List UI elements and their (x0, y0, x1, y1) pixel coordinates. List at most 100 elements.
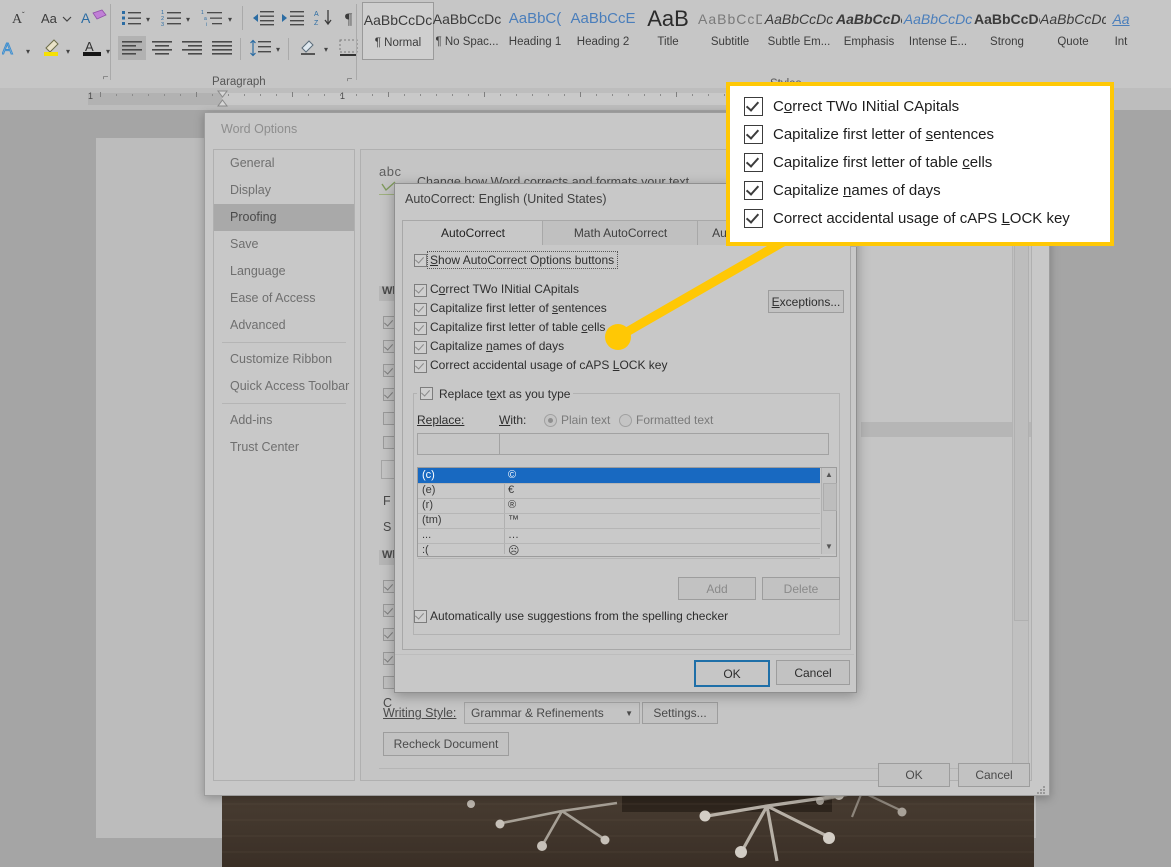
table-row[interactable]: ...… (418, 528, 820, 544)
line-spacing-icon[interactable] (248, 36, 274, 60)
font-color-icon[interactable]: A (80, 36, 106, 60)
sort-icon[interactable]: AZ (312, 6, 338, 30)
style-name: Strong (990, 36, 1024, 48)
style-item-5[interactable]: AaBbCcD Subtitle (698, 2, 762, 58)
ruler-tick (660, 94, 661, 96)
replace-input[interactable] (417, 433, 503, 455)
justify-icon[interactable] (208, 36, 236, 60)
text-effects-icon[interactable]: A (0, 36, 26, 60)
tab-autocorrect[interactable]: AutoCorrect (402, 220, 544, 247)
table-row[interactable]: (e) € (418, 483, 820, 499)
style-item-2[interactable]: AaBbC(Heading 1 (502, 2, 568, 58)
style-item-10[interactable]: AaBbCcDc Quote (1040, 2, 1106, 58)
scrollbar-thumb[interactable] (823, 483, 837, 511)
table-row[interactable]: (tm) ™ (418, 513, 820, 529)
add-entry-button[interactable]: Add (678, 577, 756, 600)
style-item-11[interactable]: Aa Int (1106, 2, 1136, 58)
table-row[interactable]: (r) ® (418, 498, 820, 514)
formatted-text-radio[interactable] (619, 414, 632, 427)
grow-font-icon[interactable]: Aˇ (6, 6, 32, 30)
writing-style-combo[interactable]: Grammar & Refinements ▼ (464, 702, 640, 724)
style-item-3[interactable]: AaBbCcE Heading 2 (568, 2, 638, 58)
plain-text-radio[interactable] (544, 414, 557, 427)
sidebar-item-customize-ribbon[interactable]: Customize Ribbon (214, 346, 354, 373)
paragraph-dialog-launcher[interactable]: ⌐ (344, 74, 355, 85)
align-left-icon[interactable] (118, 36, 146, 60)
show-formatting-marks-icon[interactable]: ¶ (342, 6, 362, 30)
style-name: Intense E... (908, 36, 968, 48)
chevron-down-icon[interactable]: ▼ (625, 709, 633, 718)
chevron-down-icon[interactable]: ▾ (324, 45, 328, 54)
exceptions-button[interactable]: Exceptions... (768, 290, 844, 313)
chevron-down-icon[interactable]: ▾ (228, 15, 232, 24)
capitalization-checkbox-3[interactable] (414, 341, 427, 354)
sidebar-item-save[interactable]: Save (214, 231, 354, 258)
numbering-icon[interactable]: 123 (160, 6, 184, 30)
style-item-7[interactable]: AaBbCcDc Emphasis (836, 2, 902, 58)
indent-marker[interactable] (217, 90, 228, 107)
capitalization-checkbox-4[interactable] (414, 360, 427, 373)
autocorrect-table-scrollbar[interactable]: ▲ ▼ (821, 468, 837, 554)
scroll-down-icon[interactable]: ▼ (822, 540, 836, 554)
word-options-ok-button[interactable]: OK (878, 763, 950, 787)
style-item-0[interactable]: AaBbCcDc ¶ Normal (362, 2, 434, 60)
clear-formatting-icon[interactable]: A (80, 6, 108, 30)
increase-indent-icon[interactable] (280, 6, 306, 30)
word-options-cancel-button[interactable]: Cancel (958, 763, 1030, 787)
style-item-1[interactable]: AaBbCcDc ¶ No Spac... (432, 2, 502, 58)
capitalization-checkbox-0[interactable] (414, 284, 427, 297)
replace-text-checkbox[interactable] (420, 387, 433, 400)
text-highlight-color-icon[interactable] (40, 36, 66, 60)
borders-icon[interactable] (336, 36, 362, 60)
ruler-tick (516, 94, 517, 96)
show-autocorrect-options-checkbox[interactable] (414, 254, 427, 267)
bullets-icon[interactable] (120, 6, 144, 30)
chevron-down-icon[interactable]: ▾ (146, 15, 150, 24)
table-row[interactable]: :(☹ (418, 543, 820, 559)
capitalization-checkbox-1[interactable] (414, 303, 427, 316)
tab-math-autocorrect[interactable]: Math AutoCorrect (542, 220, 699, 247)
delete-entry-button[interactable]: Delete (762, 577, 840, 600)
chevron-down-icon[interactable]: ▾ (26, 47, 30, 56)
align-center-icon[interactable] (148, 36, 176, 60)
capitalization-checkbox-2[interactable] (414, 322, 427, 335)
styles-gallery[interactable]: AaBbCcDc ¶ Normal AaBbCcDc ¶ No Spac... AaBb… (362, 2, 1152, 60)
sidebar-item-ease-of-access[interactable]: Ease of Access (214, 285, 354, 312)
sidebar-item-display[interactable]: Display (214, 177, 354, 204)
autocorrect-cancel-button[interactable]: Cancel (776, 660, 850, 685)
sidebar-item-quick-access-toolbar[interactable]: Quick Access Toolbar (214, 373, 354, 400)
sidebar-item-language[interactable]: Language (214, 258, 354, 285)
with-input[interactable] (499, 433, 829, 455)
scroll-up-icon[interactable]: ▲ (822, 468, 836, 482)
spelling-checker-checkbox[interactable] (414, 610, 427, 623)
align-right-icon[interactable] (178, 36, 206, 60)
style-item-6[interactable]: AaBbCcDc Subtle Em... (762, 2, 836, 58)
multilevel-list-icon[interactable]: 1ai (200, 6, 226, 30)
recheck-document-button[interactable]: Recheck Document (383, 732, 509, 756)
resize-grip[interactable] (1036, 782, 1046, 794)
check-icon (744, 124, 763, 144)
check-icon (744, 180, 763, 200)
table-row[interactable]: (c) © (418, 468, 820, 484)
ruler-tick (612, 94, 613, 96)
chevron-down-icon[interactable]: ▾ (276, 45, 280, 54)
word-options-scrollbar[interactable]: ▲ ▼ (1012, 152, 1029, 780)
chevron-down-icon[interactable]: ▾ (186, 15, 190, 24)
style-item-9[interactable]: AaBbCcDc Strong (974, 2, 1040, 58)
style-item-4[interactable]: AaB Title (638, 2, 698, 58)
shading-icon[interactable] (296, 36, 322, 60)
autocorrect-ok-button[interactable]: OK (694, 660, 770, 687)
writing-settings-button[interactable]: Settings... (642, 702, 718, 724)
word-options-nav[interactable]: General Display Proofing Save Language Ease o… (213, 149, 355, 781)
change-case-icon[interactable]: Aa (38, 6, 74, 30)
svg-text:ˇ: ˇ (22, 11, 25, 20)
sidebar-item-trust-center[interactable]: Trust Center (214, 434, 354, 461)
sidebar-item-advanced[interactable]: Advanced (214, 312, 354, 339)
sidebar-item-add-ins[interactable]: Add-ins (214, 407, 354, 434)
chevron-down-icon[interactable]: ▾ (66, 47, 70, 56)
autocorrect-entries-table[interactable]: (c) © (e) € (r) ® (tm) ™... …:(☹ ▲ ▼ (417, 467, 837, 559)
sidebar-item-general[interactable]: General (214, 150, 354, 177)
decrease-indent-icon[interactable] (250, 6, 276, 30)
sidebar-item-proofing[interactable]: Proofing (214, 204, 354, 231)
style-item-8[interactable]: AaBbCcDc Intense E... (902, 2, 974, 58)
